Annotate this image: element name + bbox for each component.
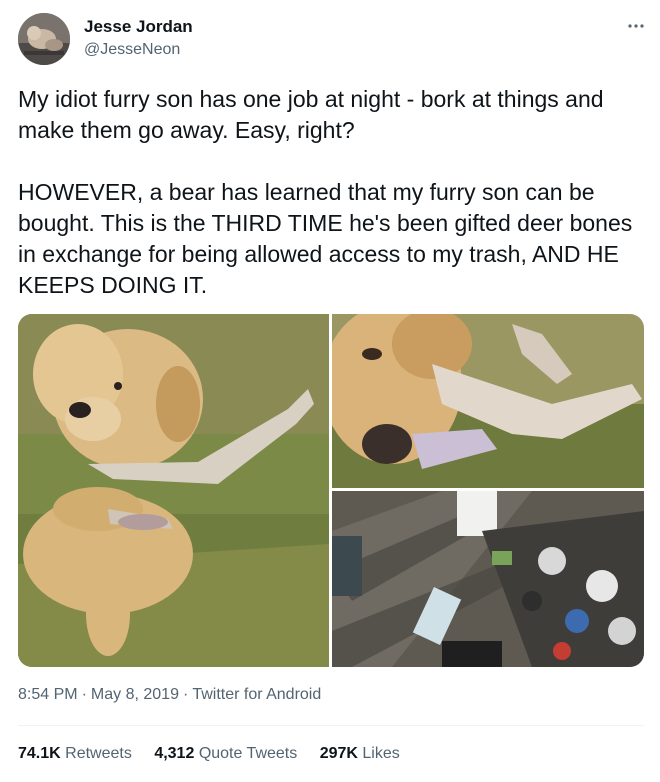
photo-dog-chewing-bone[interactable]: [332, 314, 644, 488]
tweet-text: My idiot furry son has one job at night …: [18, 84, 648, 301]
retweets-stat[interactable]: 74.1K Retweets: [18, 745, 132, 763]
media-grid: [18, 314, 644, 667]
tweet-time[interactable]: 8:54 PM: [18, 686, 78, 703]
likes-count: 297K: [319, 745, 358, 762]
tweet-meta: 8:54 PM · May 8, 2019 · Twitter for Android: [18, 686, 321, 704]
quote-tweets-stat[interactable]: 4,312 Quote Tweets: [154, 745, 297, 763]
meta-separator: ·: [81, 686, 87, 703]
tweet-paragraph-1: My idiot furry son has one job at night …: [18, 86, 604, 143]
tweet-date[interactable]: May 8, 2019: [91, 686, 179, 703]
retweets-count: 74.1K: [18, 745, 61, 762]
tweet-paragraph-2: HOWEVER, a bear has learned that my furr…: [18, 179, 633, 298]
divider: [18, 725, 644, 726]
likes-stat[interactable]: 297K Likes: [320, 745, 400, 763]
quote-tweets-label: Quote Tweets: [198, 745, 298, 762]
avatar[interactable]: [18, 13, 70, 65]
retweets-label: Retweets: [65, 745, 132, 762]
photo-dog-with-bone[interactable]: [18, 314, 329, 667]
quote-tweets-count: 4,312: [154, 745, 195, 762]
tweet-source[interactable]: Twitter for Android: [192, 686, 321, 703]
engagement-stats: 74.1K Retweets 4,312 Quote Tweets 297K L…: [18, 745, 418, 763]
likes-label: Likes: [362, 745, 400, 762]
author-handle[interactable]: @JesseNeon: [84, 41, 180, 59]
photo-trash-on-deck[interactable]: [332, 491, 644, 667]
meta-separator: ·: [182, 686, 189, 703]
author-name[interactable]: Jesse Jordan: [84, 17, 193, 37]
more-dots-icon[interactable]: [624, 14, 648, 38]
